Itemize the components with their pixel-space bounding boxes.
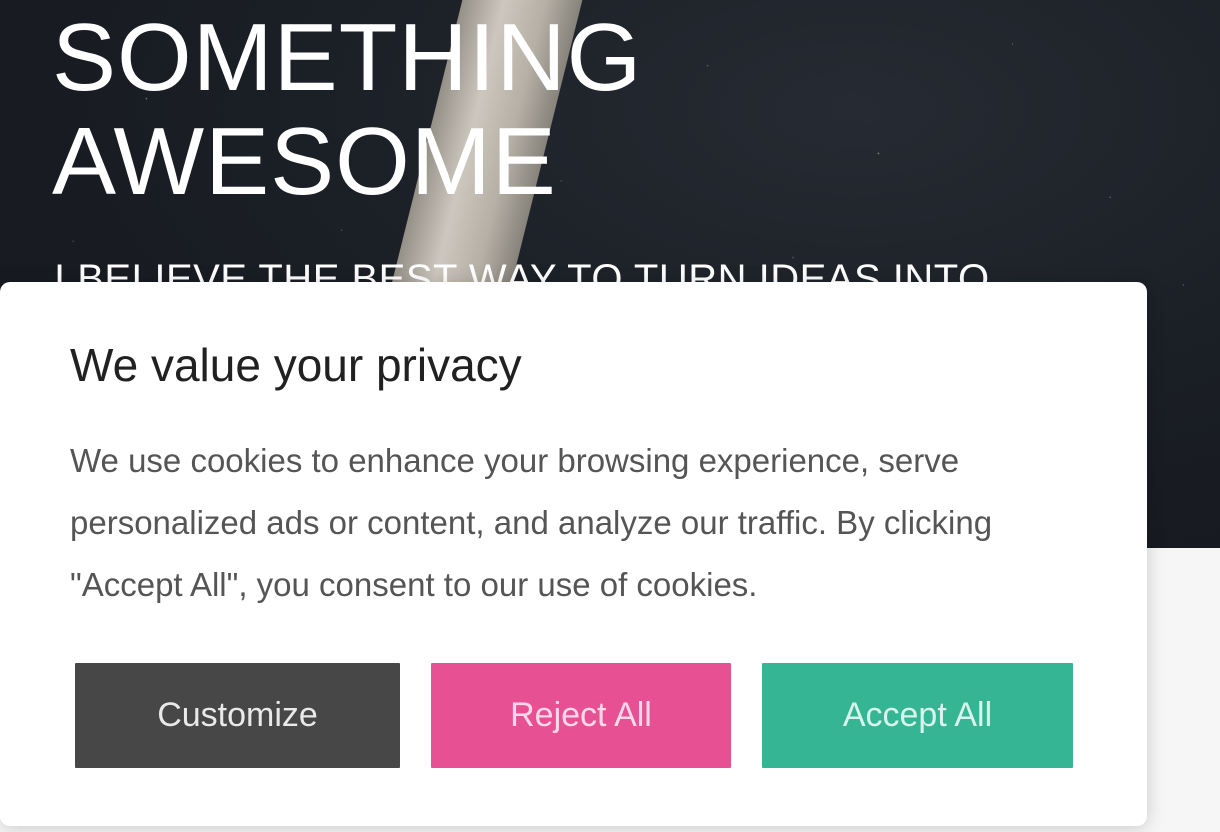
accept-all-button[interactable]: Accept All bbox=[762, 663, 1073, 768]
cookie-dialog-text: We use cookies to enhance your browsing … bbox=[70, 442, 993, 603]
reject-all-button[interactable]: Reject All bbox=[431, 663, 731, 768]
hero-title: SOMETHING AWESOME bbox=[52, 4, 643, 215]
page: SOMETHING AWESOME I BELIEVE THE BEST WAY… bbox=[0, 0, 1220, 832]
cookie-consent-dialog: We value your privacy We use cookies to … bbox=[0, 282, 1147, 826]
cookie-dialog-title: We value your privacy bbox=[70, 339, 522, 391]
customize-button[interactable]: Customize bbox=[75, 663, 400, 768]
